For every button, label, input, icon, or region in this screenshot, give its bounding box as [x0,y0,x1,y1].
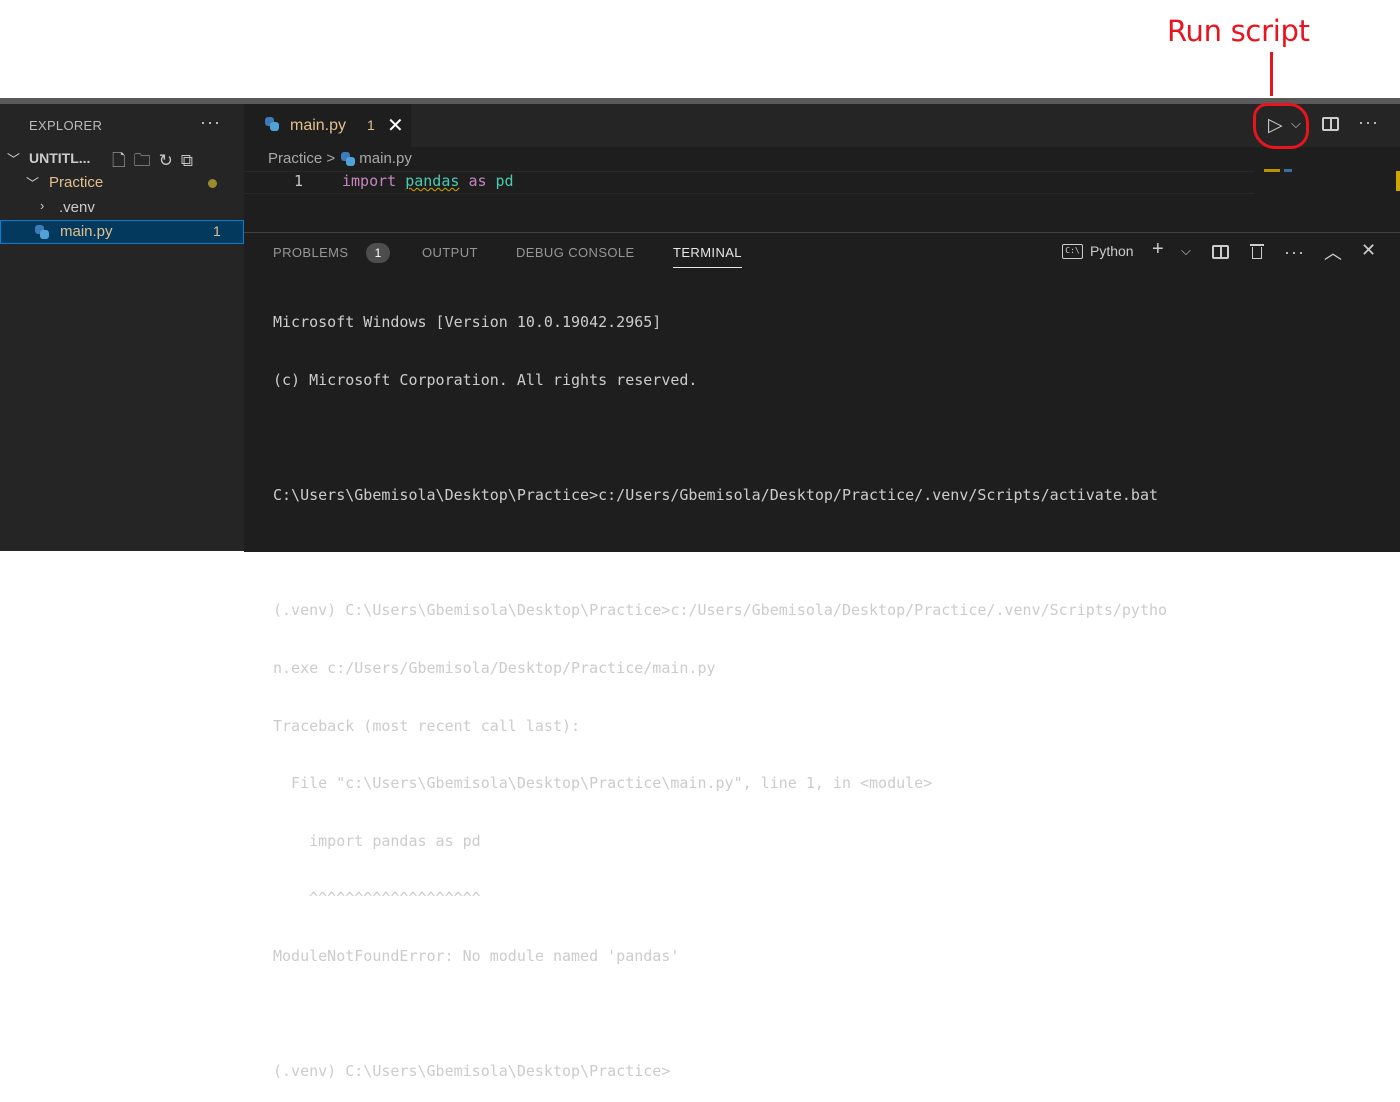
tab-label: main.py [290,117,347,134]
python-file-icon [341,152,356,167]
split-editor-icon[interactable] [1322,117,1339,131]
run-python-file-button[interactable]: ▷ [1268,114,1283,137]
terminal-output[interactable]: Microsoft Windows [Version 10.0.19042.29… [273,275,1393,1102]
refresh-icon[interactable]: ↻ [159,151,181,170]
run-script-annotation: Run script [1167,14,1310,48]
annotation-pointer-line [1270,52,1273,96]
tab-output[interactable]: OUTPUT [422,245,478,260]
breadcrumb: Practice > main.py [268,150,412,167]
terminal-line: ^^^^^^^^^^^^^^^^^^^ [273,889,481,908]
problems-count-badge: 1 [366,243,390,263]
collapse-all-icon[interactable]: ⧉ [181,151,201,170]
terminal-line: C:\Users\Gbemisola\Desktop\Practice>c:/U… [273,486,1159,505]
python-file-icon [35,225,49,239]
overview-ruler-warning [1396,171,1400,191]
sidebar-item-label: main.py [60,223,113,240]
editor-area: main.py 1 ✕ ▷ ⌵ ··· Practice > main.py 1… [244,103,1400,231]
terminal-line: (.venv) C:\Users\Gbemisola\Desktop\Pract… [273,601,1168,620]
breadcrumb-folder[interactable]: Practice [268,150,322,167]
minimap-mark [1264,169,1280,172]
code-line[interactable]: import pandas as pd [342,172,514,190]
terminal-line: Microsoft Windows [Version 10.0.19042.29… [273,313,662,332]
terminal-icon: C:\ [1062,244,1083,259]
keyword-as: as [468,172,487,190]
terminal-line: ModuleNotFoundError: No module named 'pa… [273,946,680,965]
sidebar-item-practice[interactable]: ﹀ Practice [0,171,244,195]
python-file-icon [265,117,279,131]
terminal-line: (.venv) C:\Users\Gbemisola\Desktop\Pract… [273,1062,671,1081]
vscode-window: EXPLORER ··· ﹀ UNTITL... 🗋🗀↻⧉ ﹀ Practice… [0,103,1400,1080]
terminal-selector[interactable]: Python [1090,243,1134,259]
terminal-line: File "c:\Users\Gbemisola\Desktop\Practic… [273,774,933,793]
trash-icon[interactable] [1250,243,1264,260]
tab-main-py[interactable]: main.py 1 ✕ [244,104,411,147]
editor-more-actions[interactable]: ··· [1358,112,1379,133]
chevron-right-icon: › [40,198,45,213]
keyword-import: import [342,172,397,190]
terminal-line: Traceback (most recent call last): [273,716,581,735]
tab-debug-console[interactable]: DEBUG CONSOLE [516,245,635,260]
sidebar-item-label: .venv [59,199,95,216]
sidebar-item-main-py[interactable]: main.py 1 [0,220,244,244]
close-icon[interactable]: ✕ [387,113,404,138]
line-number: 1 [294,172,304,190]
editor-tab-bar: main.py 1 ✕ ▷ ⌵ ··· [244,103,1400,149]
chevron-down-icon: ﹀ [26,176,40,191]
chevron-down-icon[interactable]: ⌵ [1291,116,1301,132]
close-panel-icon[interactable]: ✕ [1361,240,1376,261]
new-file-icon[interactable]: 🗋 [112,151,134,170]
explorer-title: EXPLORER [29,118,103,133]
terminal-line: import pandas as pd [273,831,481,850]
split-terminal-icon[interactable] [1212,245,1229,259]
breadcrumb-file[interactable]: main.py [359,150,412,167]
module-name: pandas [405,172,460,190]
terminal-line: (c) Microsoft Corporation. All rights re… [273,371,698,389]
chevron-down-icon: ﹀ [7,152,21,167]
chevron-down-icon[interactable]: ⌵ [1181,243,1191,259]
tab-problems[interactable]: PROBLEMS [273,245,348,260]
workspace-name: UNTITL... [29,150,91,166]
explorer-sidebar: EXPLORER ··· ﹀ UNTITL... 🗋🗀↻⧉ ﹀ Practice… [0,104,244,551]
tab-terminal[interactable]: TERMINAL [673,245,742,268]
sidebar-item-venv[interactable]: › .venv [0,196,244,220]
terminal-line: n.exe c:/Users/Gbemisola/Desktop/Practic… [273,658,716,677]
explorer-more-actions[interactable]: ··· [200,112,221,133]
maximize-panel-icon[interactable]: ︿ [1324,239,1342,265]
module-alias: pd [495,172,514,190]
problem-count-badge: 1 [213,223,221,239]
folder-label: Practice [49,174,104,191]
tab-problem-count: 1 [367,117,375,133]
annotation-area: Run script [0,0,1400,100]
new-terminal-icon[interactable]: + [1152,238,1164,261]
breadcrumb-separator: > [326,150,336,167]
minimap-mark [1284,169,1292,172]
modified-dot-icon [208,179,217,188]
workspace-row[interactable]: ﹀ UNTITL... 🗋🗀↻⧉ [0,147,244,171]
bottom-panel: PROBLEMS 1 OUTPUT DEBUG CONSOLE TERMINAL… [244,232,1400,1080]
new-folder-icon[interactable]: 🗀 [134,151,159,170]
panel-more-actions[interactable]: ··· [1284,242,1305,263]
